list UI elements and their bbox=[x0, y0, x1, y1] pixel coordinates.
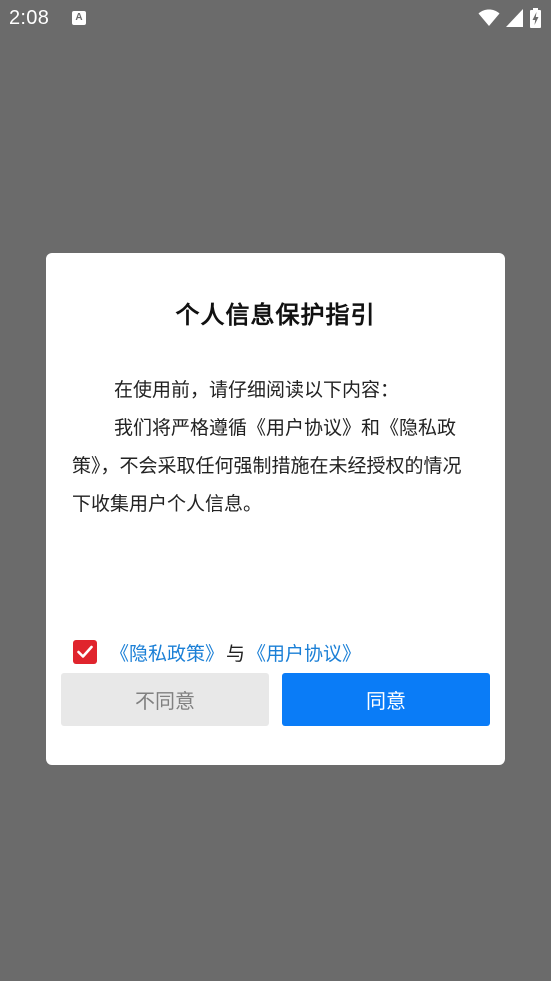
dialog-title: 个人信息保护指引 bbox=[175, 301, 376, 329]
consent-separator: 与 bbox=[226, 642, 246, 665]
privacy-dialog: 个人信息保护指引 在使用前，请仔细阅读以下内容： 我们将严格遵循《用户协议》和《… bbox=[46, 253, 505, 765]
wifi-icon bbox=[478, 9, 500, 26]
notification-icon: A bbox=[72, 11, 86, 25]
user-agreement-link[interactable]: 《用户协议》 bbox=[247, 639, 361, 666]
consent-row: 《隐私政策》 与 《用户协议》 bbox=[73, 638, 361, 666]
dialog-body: 在使用前，请仔细阅读以下内容： 我们将严格遵循《用户协议》和《隐私政策》，不会采… bbox=[72, 371, 480, 523]
agree-button[interactable]: 同意 bbox=[282, 673, 490, 726]
signal-icon bbox=[506, 9, 523, 27]
checkmark-icon bbox=[77, 645, 93, 658]
status-time: 2:08 bbox=[9, 7, 50, 29]
status-icons bbox=[478, 8, 541, 28]
consent-checkbox[interactable] bbox=[73, 640, 97, 664]
decline-button[interactable]: 不同意 bbox=[61, 673, 269, 726]
battery-charging-icon bbox=[530, 8, 541, 28]
status-bar: 2:08 A bbox=[0, 0, 551, 38]
policy-paragraph: 我们将严格遵循《用户协议》和《隐私政策》，不会采取任何强制措施在未经授权的情况下… bbox=[72, 417, 462, 515]
intro-paragraph: 在使用前，请仔细阅读以下内容： bbox=[114, 379, 400, 401]
privacy-policy-link[interactable]: 《隐私政策》 bbox=[110, 639, 224, 666]
